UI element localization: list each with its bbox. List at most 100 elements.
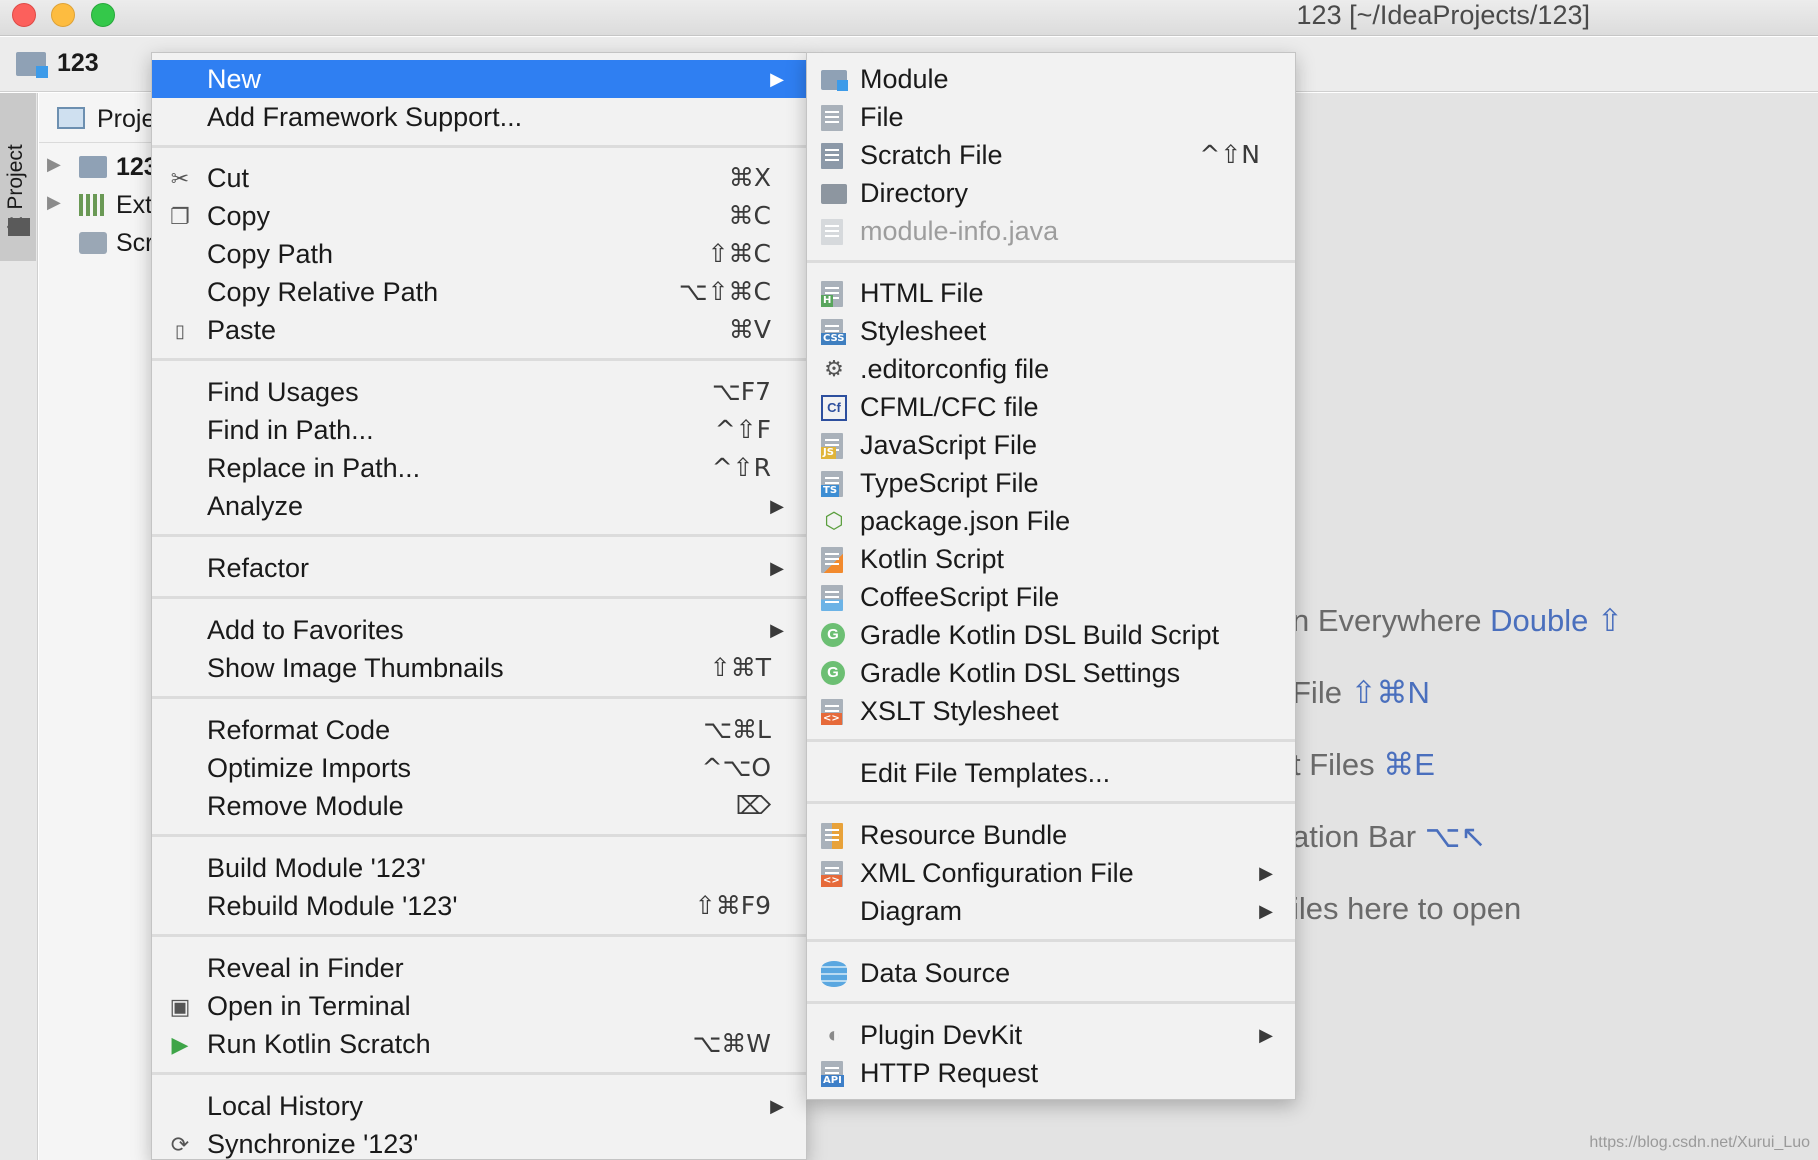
menu-item-copy-path[interactable]: Copy Path ⇧⌘C xyxy=(152,235,806,273)
tree-item[interactable]: Scr xyxy=(39,224,159,264)
watermark: https://blog.csdn.net/Xurui_Luo xyxy=(1589,1134,1810,1151)
navigation-bar-hint: ation Bar ⌥↖ xyxy=(1292,819,1487,854)
submenu-item-edit-file-templates[interactable]: Edit File Templates... xyxy=(807,754,1295,792)
submenu-item-scratch-file[interactable]: Scratch File ^⇧N xyxy=(807,136,1295,174)
module-folder-icon xyxy=(16,52,48,79)
window-title: 123 [~/IdeaProjects/123] xyxy=(1296,0,1590,30)
submenu-item-package-json[interactable]: ⬡ package.json File xyxy=(807,502,1295,540)
submenu-item-cfml[interactable]: Cf CFML/CFC file xyxy=(807,388,1295,426)
submenu-item-gradle-kotlin-settings[interactable]: G Gradle Kotlin DSL Settings xyxy=(807,654,1295,692)
submenu-arrow-icon: ▶ xyxy=(1259,1025,1273,1045)
menu-separator xyxy=(152,145,806,148)
window-titlebar: 123 [~/IdeaProjects/123] xyxy=(0,0,1818,36)
submenu-item-resource-bundle[interactable]: Resource Bundle xyxy=(807,816,1295,854)
submenu-item-editorconfig[interactable]: ⚙ .editorconfig file xyxy=(807,350,1295,388)
submenu-item-plugin-devkit[interactable]: ◐ Plugin DevKit ▶ xyxy=(807,1016,1295,1054)
menu-item-run-kotlin-scratch[interactable]: ▶ Run Kotlin Scratch ⌥⌘W xyxy=(152,1025,806,1063)
project-panel-title: Proje xyxy=(97,105,156,133)
scratch-icon xyxy=(79,232,107,254)
project-tool-tab[interactable]: 1: Project xyxy=(0,93,36,261)
submenu-item-coffeescript-file[interactable]: CoffeeScript File xyxy=(807,578,1295,616)
submenu-item-javascript-file[interactable]: JS JavaScript File xyxy=(807,426,1295,464)
css-file-icon: CSS xyxy=(821,319,847,345)
minimize-window-button[interactable] xyxy=(51,3,75,27)
menu-item-build-module[interactable]: Build Module '123' xyxy=(152,849,806,887)
menu-separator xyxy=(807,939,1295,942)
submenu-arrow-icon: ▶ xyxy=(1259,863,1273,883)
menu-item-reveal-in-finder[interactable]: Reveal in Finder xyxy=(152,949,806,987)
submenu-item-directory[interactable]: Directory xyxy=(807,174,1295,212)
menu-separator xyxy=(807,739,1295,742)
typescript-file-icon: TS xyxy=(821,471,847,497)
run-icon: ▶ xyxy=(171,1032,189,1057)
submenu-item-stylesheet[interactable]: CSS Stylesheet xyxy=(807,312,1295,350)
menu-item-cut[interactable]: ✂ Cut ⌘X xyxy=(152,159,806,197)
cfml-icon: Cf xyxy=(821,395,847,421)
terminal-icon: ▣ xyxy=(169,994,191,1019)
menu-item-copy[interactable]: ❐ Copy ⌘C xyxy=(152,197,806,235)
editorconfig-icon: ⚙ xyxy=(824,356,844,381)
menu-item-add-to-favorites[interactable]: Add to Favorites ▶ xyxy=(152,611,806,649)
menu-item-rebuild-module[interactable]: Rebuild Module '123' ⇧⌘F9 xyxy=(152,887,806,925)
file-icon xyxy=(821,105,847,131)
submenu-item-diagram[interactable]: Diagram ▶ xyxy=(807,892,1295,930)
submenu-item-html-file[interactable]: H HTML File xyxy=(807,274,1295,312)
tree-item[interactable]: ▶ 123 xyxy=(39,148,159,188)
coffeescript-icon xyxy=(821,585,847,611)
menu-item-optimize-imports[interactable]: Optimize Imports ^⌥O xyxy=(152,749,806,787)
submenu-item-data-source[interactable]: Data Source xyxy=(807,954,1295,992)
menu-item-new[interactable]: New ▶ xyxy=(152,60,806,98)
menu-item-show-image-thumbnails[interactable]: Show Image Thumbnails ⇧⌘T xyxy=(152,649,806,687)
menu-separator xyxy=(152,358,806,361)
menu-item-find-in-path[interactable]: Find in Path... ^⇧F xyxy=(152,411,806,449)
menu-separator xyxy=(152,1072,806,1075)
submenu-item-module[interactable]: Module xyxy=(807,60,1295,98)
recent-files-hint: t Files ⌘E xyxy=(1292,747,1435,782)
submenu-item-typescript-file[interactable]: TS TypeScript File xyxy=(807,464,1295,502)
project-context-menu: New ▶ Add Framework Support... ✂ Cut ⌘X ❐… xyxy=(151,52,807,1160)
plugin-icon: ◐ xyxy=(827,1022,841,1047)
menu-separator xyxy=(152,596,806,599)
submenu-item-xslt-stylesheet[interactable]: <> XSLT Stylesheet xyxy=(807,692,1295,730)
menu-item-synchronize[interactable]: ⟳ Synchronize '123' xyxy=(152,1125,806,1160)
menu-item-find-usages[interactable]: Find Usages ⌥F7 xyxy=(152,373,806,411)
directory-icon xyxy=(821,181,847,207)
html-file-icon: H xyxy=(821,281,847,307)
project-view-icon xyxy=(57,107,85,129)
expand-arrow-icon[interactable]: ▶ xyxy=(47,192,61,213)
scissors-icon: ✂ xyxy=(170,166,190,191)
submenu-item-gradle-kotlin-build[interactable]: G Gradle Kotlin DSL Build Script xyxy=(807,616,1295,654)
project-panel-header[interactable]: Proje xyxy=(39,93,159,143)
menu-item-remove-module[interactable]: Remove Module ⌦ xyxy=(152,787,806,825)
submenu-arrow-icon: ▶ xyxy=(770,496,784,516)
menu-separator xyxy=(152,834,806,837)
submenu-item-xml-configuration[interactable]: <> XML Configuration File ▶ xyxy=(807,854,1295,892)
xslt-file-icon: <> xyxy=(821,699,847,725)
expand-arrow-icon[interactable]: ▶ xyxy=(47,154,61,175)
zoom-window-button[interactable] xyxy=(91,3,115,27)
submenu-item-http-request[interactable]: API HTTP Request xyxy=(807,1054,1295,1092)
menu-item-open-in-terminal[interactable]: ▣ Open in Terminal xyxy=(152,987,806,1025)
new-submenu: Module File Scratch File ^⇧N Directory mo… xyxy=(806,52,1296,1100)
menu-item-reformat-code[interactable]: Reformat Code ⌥⌘L xyxy=(152,711,806,749)
nav-project-crumb[interactable]: 123 xyxy=(16,49,99,79)
menu-item-copy-relative-path[interactable]: Copy Relative Path ⌥⇧⌘C xyxy=(152,273,806,311)
menu-item-analyze[interactable]: Analyze ▶ xyxy=(152,487,806,525)
tree-item-label: Ext xyxy=(116,191,153,219)
submenu-item-file[interactable]: File xyxy=(807,98,1295,136)
menu-item-replace-in-path[interactable]: Replace in Path... ^⇧R xyxy=(152,449,806,487)
xml-file-icon: <> xyxy=(821,861,847,887)
submenu-item-module-info[interactable]: module-info.java xyxy=(807,212,1295,250)
menu-item-add-framework-support[interactable]: Add Framework Support... xyxy=(152,98,806,136)
submenu-item-kotlin-script[interactable]: Kotlin Script xyxy=(807,540,1295,578)
submenu-arrow-icon: ▶ xyxy=(770,1096,784,1116)
menu-item-local-history[interactable]: Local History ▶ xyxy=(152,1087,806,1125)
menu-item-refactor[interactable]: Refactor ▶ xyxy=(152,549,806,587)
tree-item[interactable]: ▶ Ext xyxy=(39,186,159,226)
menu-separator xyxy=(152,534,806,537)
menu-item-paste[interactable]: ▯ Paste ⌘V xyxy=(152,311,806,349)
resource-bundle-icon xyxy=(821,823,847,849)
close-window-button[interactable] xyxy=(12,3,36,27)
javascript-file-icon: JS xyxy=(821,433,847,459)
submenu-arrow-icon: ▶ xyxy=(1259,901,1273,921)
